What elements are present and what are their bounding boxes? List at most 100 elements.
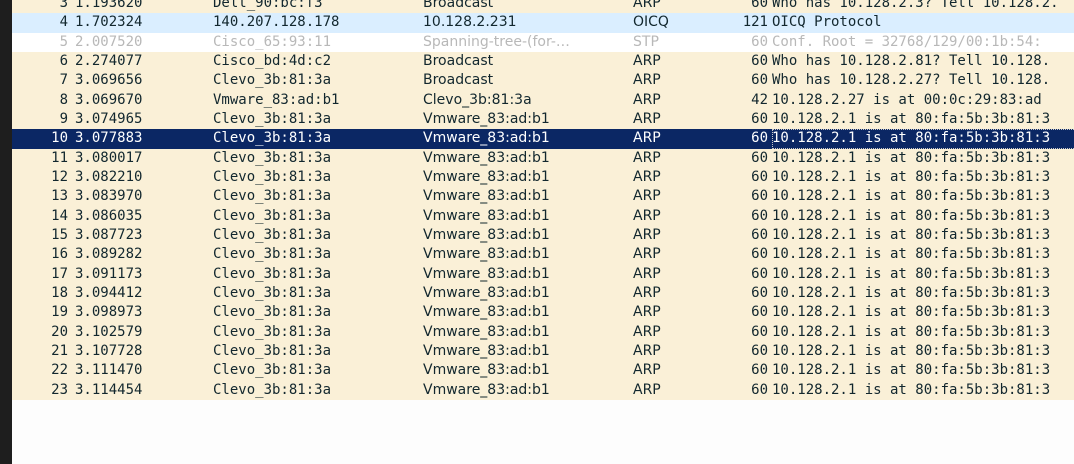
packet-length: 60 xyxy=(751,246,768,263)
packet-row-selected[interactable]: 10 3.077883 Clevo_3b:81:3a Vmware_83:ad:… xyxy=(12,129,1074,149)
packet-list[interactable]: 3 1.193620 Dell_90:bc:f3 Broadcast ARP 6… xyxy=(12,0,1074,400)
packet-protocol: ARP xyxy=(633,381,661,398)
packet-protocol: STP xyxy=(633,33,659,50)
packet-length: 60 xyxy=(751,130,768,147)
packet-time: 3.091173 xyxy=(75,265,143,282)
packet-destination: Clevo_3b:81:3a xyxy=(423,91,532,108)
packet-length: 60 xyxy=(751,323,768,340)
packet-info: 10.128.2.1 is at 80:fa:5b:3b:81:3 xyxy=(772,304,1051,321)
packet-number: 20 xyxy=(51,323,68,340)
packet-number: 13 xyxy=(51,188,68,205)
packet-source: 140.207.128.178 xyxy=(213,14,340,31)
packet-source: Clevo_3b:81:3a xyxy=(213,149,332,166)
packet-length: 60 xyxy=(751,52,768,69)
packet-row[interactable]: 5 2.007520 Cisco_65:93:11 Spanning-tree-… xyxy=(12,32,1074,52)
packet-row[interactable]: 18 3.094412 Clevo_3b:81:3a Vmware_83:ad:… xyxy=(12,283,1074,304)
packet-length: 121 xyxy=(742,14,768,31)
packet-info: Who has 10.128.2.3? Tell 10.128.2. xyxy=(772,0,1059,11)
packet-number: 23 xyxy=(51,381,68,398)
packet-source: Clevo_3b:81:3a xyxy=(213,265,332,282)
packet-time: 1.193620 xyxy=(75,0,143,11)
packet-row[interactable]: 12 3.082210 Clevo_3b:81:3a Vmware_83:ad:… xyxy=(12,167,1074,188)
packet-row[interactable]: 3 1.193620 Dell_90:bc:f3 Broadcast ARP 6… xyxy=(12,0,1074,14)
packet-length: 60 xyxy=(751,188,768,205)
packet-number: 6 xyxy=(59,52,68,69)
packet-source: Clevo_3b:81:3a xyxy=(213,304,332,321)
packet-time: 3.094412 xyxy=(75,284,143,301)
packet-number: 8 xyxy=(59,91,68,108)
packet-number: 5 xyxy=(59,33,68,50)
packet-row[interactable]: 13 3.083970 Clevo_3b:81:3a Vmware_83:ad:… xyxy=(12,187,1074,207)
packet-row[interactable]: 4 1.702324 140.207.128.178 10.128.2.231 … xyxy=(12,13,1074,33)
packet-list-window: 3 1.193620 Dell_90:bc:f3 Broadcast ARP 6… xyxy=(0,0,1074,464)
packet-length: 60 xyxy=(751,207,768,224)
packet-time: 1.702324 xyxy=(75,14,143,31)
packet-protocol: ARP xyxy=(633,323,661,340)
packet-time: 3.077883 xyxy=(75,130,143,147)
packet-length: 60 xyxy=(751,72,768,89)
packet-source: Clevo_3b:81:3a xyxy=(213,110,332,127)
packet-source: Clevo_3b:81:3a xyxy=(213,284,332,301)
packet-row[interactable]: 17 3.091173 Clevo_3b:81:3a Vmware_83:ad:… xyxy=(12,264,1074,284)
packet-destination: Vmware_83:ad:b1 xyxy=(423,381,550,398)
packet-source: Clevo_3b:81:3a xyxy=(213,342,332,359)
packet-row[interactable]: 22 3.111470 Clevo_3b:81:3a Vmware_83:ad:… xyxy=(12,361,1074,381)
packet-protocol: ARP xyxy=(633,72,661,89)
packet-time: 3.107728 xyxy=(75,342,143,359)
packet-length: 60 xyxy=(751,342,768,359)
packet-number: 10 xyxy=(51,130,68,147)
packet-row[interactable]: 15 3.087723 Clevo_3b:81:3a Vmware_83:ad:… xyxy=(12,225,1074,246)
packet-info: 10.128.2.1 is at 80:fa:5b:3b:81:3 xyxy=(772,246,1051,263)
packet-protocol: ARP xyxy=(633,342,661,359)
packet-source: Cisco_65:93:11 xyxy=(213,33,332,50)
packet-protocol: ARP xyxy=(633,188,661,205)
packet-number: 4 xyxy=(59,14,68,31)
packet-length: 60 xyxy=(751,0,768,11)
packet-protocol: ARP xyxy=(633,304,661,321)
packet-source: Clevo_3b:81:3a xyxy=(213,188,332,205)
packet-protocol: ARP xyxy=(633,91,661,108)
packet-row[interactable]: 19 3.098973 Clevo_3b:81:3a Vmware_83:ad:… xyxy=(12,303,1074,323)
packet-source: Clevo_3b:81:3a xyxy=(213,226,332,243)
packet-protocol: ARP xyxy=(633,362,661,379)
packet-destination: Vmware_83:ad:b1 xyxy=(423,323,550,340)
packet-source: Clevo_3b:81:3a xyxy=(213,323,332,340)
packet-source: Cisco_bd:4d:c2 xyxy=(213,52,332,69)
packet-length: 60 xyxy=(751,168,768,185)
packet-info: 10.128.2.1 is at 80:fa:5b:3b:81:3 xyxy=(772,168,1051,185)
packet-row[interactable]: 6 2.274077 Cisco_bd:4d:c2 Broadcast ARP … xyxy=(12,51,1074,72)
packet-row[interactable]: 21 3.107728 Clevo_3b:81:3a Vmware_83:ad:… xyxy=(12,341,1074,362)
packet-info: 10.128.2.1 is at 80:fa:5b:3b:81:3 xyxy=(772,110,1051,127)
packet-length: 60 xyxy=(751,110,768,127)
packet-row[interactable]: 7 3.069656 Clevo_3b:81:3a Broadcast ARP … xyxy=(12,71,1074,91)
packet-length: 60 xyxy=(751,284,768,301)
packet-row[interactable]: 8 3.069670 Vmware_83:ad:b1 Clevo_3b:81:3… xyxy=(12,90,1074,110)
packet-source: Clevo_3b:81:3a xyxy=(213,381,332,398)
packet-destination: Vmware_83:ad:b1 xyxy=(423,130,550,147)
packet-destination: 10.128.2.231 xyxy=(423,14,517,31)
packet-protocol: ARP xyxy=(633,226,661,243)
packet-destination: Broadcast xyxy=(423,52,494,69)
packet-destination: Vmware_83:ad:b1 xyxy=(423,342,550,359)
packet-source: Clevo_3b:81:3a xyxy=(213,72,332,89)
packet-info: Conf. Root = 32768/129/00:1b:54: xyxy=(772,33,1042,50)
packet-protocol: ARP xyxy=(633,246,661,263)
packet-row[interactable]: 11 3.080017 Clevo_3b:81:3a Vmware_83:ad:… xyxy=(12,148,1074,168)
packet-length: 42 xyxy=(751,91,768,108)
packet-number: 22 xyxy=(51,362,68,379)
packet-row[interactable]: 23 3.114454 Clevo_3b:81:3a Vmware_83:ad:… xyxy=(12,380,1074,400)
packet-info: 10.128.2.1 is at 80:fa:5b:3b:81:3 xyxy=(772,381,1051,398)
left-window-frame xyxy=(0,0,12,464)
packet-source: Vmware_83:ad:b1 xyxy=(213,91,340,108)
packet-info: 10.128.2.1 is at 80:fa:5b:3b:81:3 xyxy=(772,323,1051,340)
packet-protocol: ARP xyxy=(633,110,661,127)
packet-row[interactable]: 14 3.086035 Clevo_3b:81:3a Vmware_83:ad:… xyxy=(12,206,1074,226)
packet-destination: Vmware_83:ad:b1 xyxy=(423,168,550,185)
packet-destination: Vmware_83:ad:b1 xyxy=(423,304,550,321)
packet-length: 60 xyxy=(751,33,768,50)
packet-row[interactable]: 16 3.089282 Clevo_3b:81:3a Vmware_83:ad:… xyxy=(12,245,1074,265)
packet-destination: Vmware_83:ad:b1 xyxy=(423,246,550,263)
packet-row[interactable]: 9 3.074965 Clevo_3b:81:3a Vmware_83:ad:b… xyxy=(12,109,1074,130)
packet-destination: Vmware_83:ad:b1 xyxy=(423,110,550,127)
packet-row[interactable]: 20 3.102579 Clevo_3b:81:3a Vmware_83:ad:… xyxy=(12,322,1074,342)
